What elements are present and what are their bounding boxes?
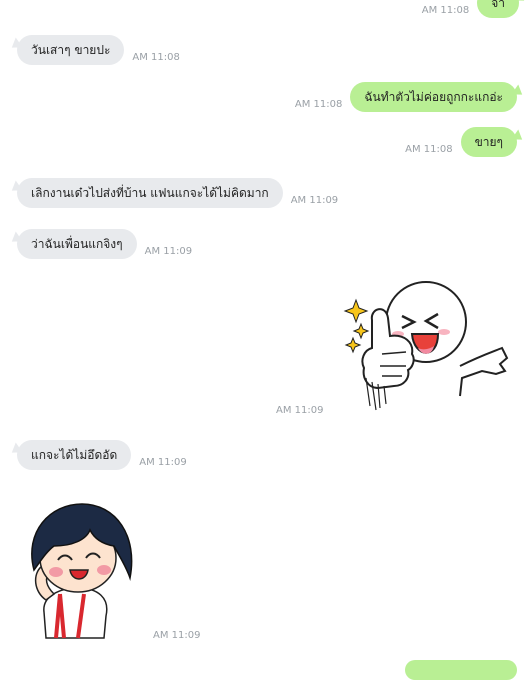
incoming-message: แกจะได้ไม่อึดอัด AM 11:09	[17, 440, 187, 470]
message-bubble[interactable]: จ้า	[477, 0, 519, 18]
message-timestamp: AM 11:08	[405, 144, 453, 155]
incoming-message: ว่าฉันเพื่อนแกจิงๆ AM 11:09	[17, 229, 192, 259]
outgoing-message: AM 11:08 ฉันทำตัวไม่ค่อยถูกกะแกอ่ะ	[295, 82, 517, 112]
message-timestamp: AM 11:09	[139, 457, 187, 468]
message-timestamp: AM 11:08	[132, 52, 180, 63]
outgoing-message: AM 11:08 ขายๆ	[405, 127, 517, 157]
message-text: วันเสาๆ ขายปะ	[31, 43, 111, 57]
sticker-message[interactable]	[342, 278, 512, 413]
outgoing-message-partial[interactable]	[405, 660, 517, 680]
smiling-girl-character-icon	[31, 503, 133, 639]
message-timestamp: AM 11:08	[421, 5, 470, 16]
message-bubble[interactable]: ขายๆ	[460, 127, 517, 157]
incoming-message: เลิกงานเด๋วไปส่งที่บ้าน แฟนแกจะได้ไม่คิด…	[17, 178, 338, 208]
sticker-message[interactable]	[20, 500, 140, 640]
message-text: จ้า	[491, 0, 505, 10]
sticker-timestamp: AM 11:09	[276, 405, 324, 416]
message-bubble[interactable]: ว่าฉันเพื่อนแกจิงๆ	[17, 229, 137, 259]
message-bubble[interactable]: ฉันทำตัวไม่ค่อยถูกกะแกอ่ะ	[350, 82, 517, 112]
message-text: แกจะได้ไม่อึดอัด	[31, 448, 118, 462]
message-bubble[interactable]: วันเสาๆ ขายปะ	[17, 35, 125, 65]
message-text: เลิกงานเด๋วไปส่งที่บ้าน แฟนแกจะได้ไม่คิด…	[31, 186, 269, 200]
sticker-timestamp: AM 11:09	[153, 630, 201, 641]
thumbs-up-character-icon	[343, 281, 509, 411]
message-bubble[interactable]: แกจะได้ไม่อึดอัด	[17, 440, 132, 470]
message-timestamp: AM 11:09	[290, 195, 339, 206]
incoming-message: วันเสาๆ ขายปะ AM 11:08	[17, 35, 180, 65]
message-text: ว่าฉันเพื่อนแกจิงๆ	[31, 237, 123, 251]
outgoing-message: AM 11:08 จ้า	[422, 0, 519, 18]
message-bubble[interactable]: เลิกงานเด๋วไปส่งที่บ้าน แฟนแกจะได้ไม่คิด…	[17, 178, 283, 208]
message-timestamp: AM 11:09	[144, 246, 193, 257]
chat-thread[interactable]: AM 11:08 จ้า วันเสาๆ ขายปะ AM 11:08 AM 1…	[0, 0, 531, 680]
message-timestamp: AM 11:08	[294, 99, 343, 110]
message-text: ฉันทำตัวไม่ค่อยถูกกะแกอ่ะ	[364, 90, 503, 104]
message-text: ขายๆ	[474, 135, 503, 149]
